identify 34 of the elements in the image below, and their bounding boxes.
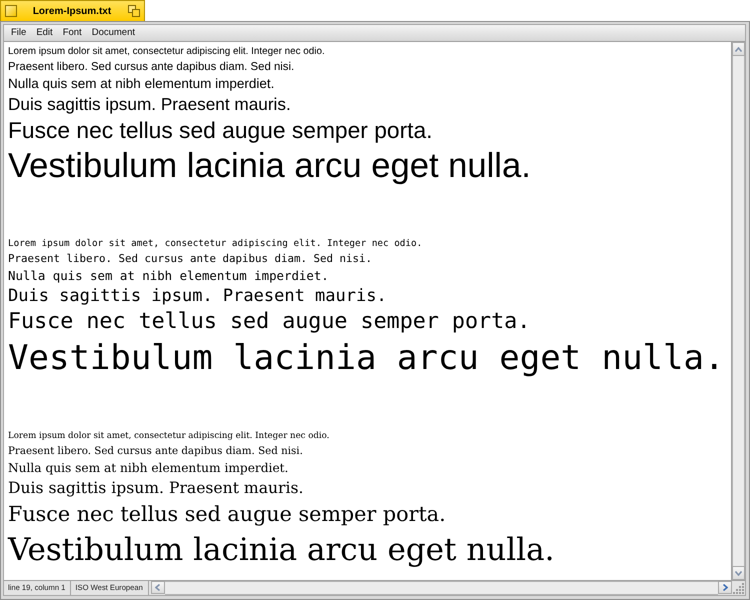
text-line: Nulla quis sem at nibh elementum imperdiet. xyxy=(8,460,288,477)
scroll-up-button[interactable] xyxy=(732,42,745,56)
zoom-button[interactable] xyxy=(127,4,141,18)
text-line: Vestibulum lacinia arcu eget nulla. xyxy=(8,146,531,187)
text-line: Lorem ipsum dolor sit amet, consectetur adipiscing elit. Integer nec odio. xyxy=(8,430,330,443)
text-line: Lorem ipsum dolor sit amet, consectetur adipiscing elit. Integer nec odio. xyxy=(8,237,422,251)
up-chevron-icon xyxy=(735,46,742,52)
scroll-down-button[interactable] xyxy=(732,566,745,580)
down-chevron-icon xyxy=(735,570,742,576)
close-button[interactable] xyxy=(5,5,17,17)
text-line: Praesent libero. Sed cursus ante dapibus diam. Sed nisi. xyxy=(8,251,372,267)
menu-item[interactable]: File xyxy=(6,26,32,40)
text-line: Duis sagittis ipsum. Praesent mauris. xyxy=(8,93,291,115)
text-line: Duis sagittis ipsum. Praesent mauris. xyxy=(8,285,387,307)
menu-item[interactable]: Edit xyxy=(31,26,58,40)
text-line: Vestibulum lacinia arcu eget nulla. xyxy=(8,337,724,379)
menu-item[interactable]: Font xyxy=(58,26,87,40)
text-line: Fusce nec tellus sed augue semper porta. xyxy=(8,501,446,528)
scroll-left-button[interactable] xyxy=(150,581,165,594)
text-line: Lorem ipsum dolor sit amet, consectetur adipiscing elit. Integer nec odio. xyxy=(8,45,325,59)
text-line: Fusce nec tellus sed augue semper porta. xyxy=(8,308,530,336)
text-line: Duis sagittis ipsum. Praesent mauris. xyxy=(8,478,304,499)
text-line: Praesent libero. Sed cursus ante dapibus diam. Sed nisi. xyxy=(8,444,303,459)
text-line: Vestibulum lacinia arcu eget nulla. xyxy=(8,531,554,570)
menu-item[interactable]: Document xyxy=(86,26,140,40)
right-chevron-icon xyxy=(722,584,728,591)
scroll-right-button[interactable] xyxy=(718,581,732,594)
text-line: Praesent libero. Sed cursus ante dapibus diam. Sed nisi. xyxy=(8,60,294,75)
left-chevron-icon xyxy=(155,584,160,591)
text-line: Nulla quis sem at nibh elementum imperdiet. xyxy=(8,75,274,93)
text-line: Fusce nec tellus sed augue semper porta. xyxy=(8,116,433,145)
text-line: Nulla quis sem at nibh elementum imperdiet. xyxy=(8,267,329,285)
window-title: Lorem-Ipsum.txt xyxy=(32,6,112,16)
overlapping-squares-icon xyxy=(128,5,140,17)
